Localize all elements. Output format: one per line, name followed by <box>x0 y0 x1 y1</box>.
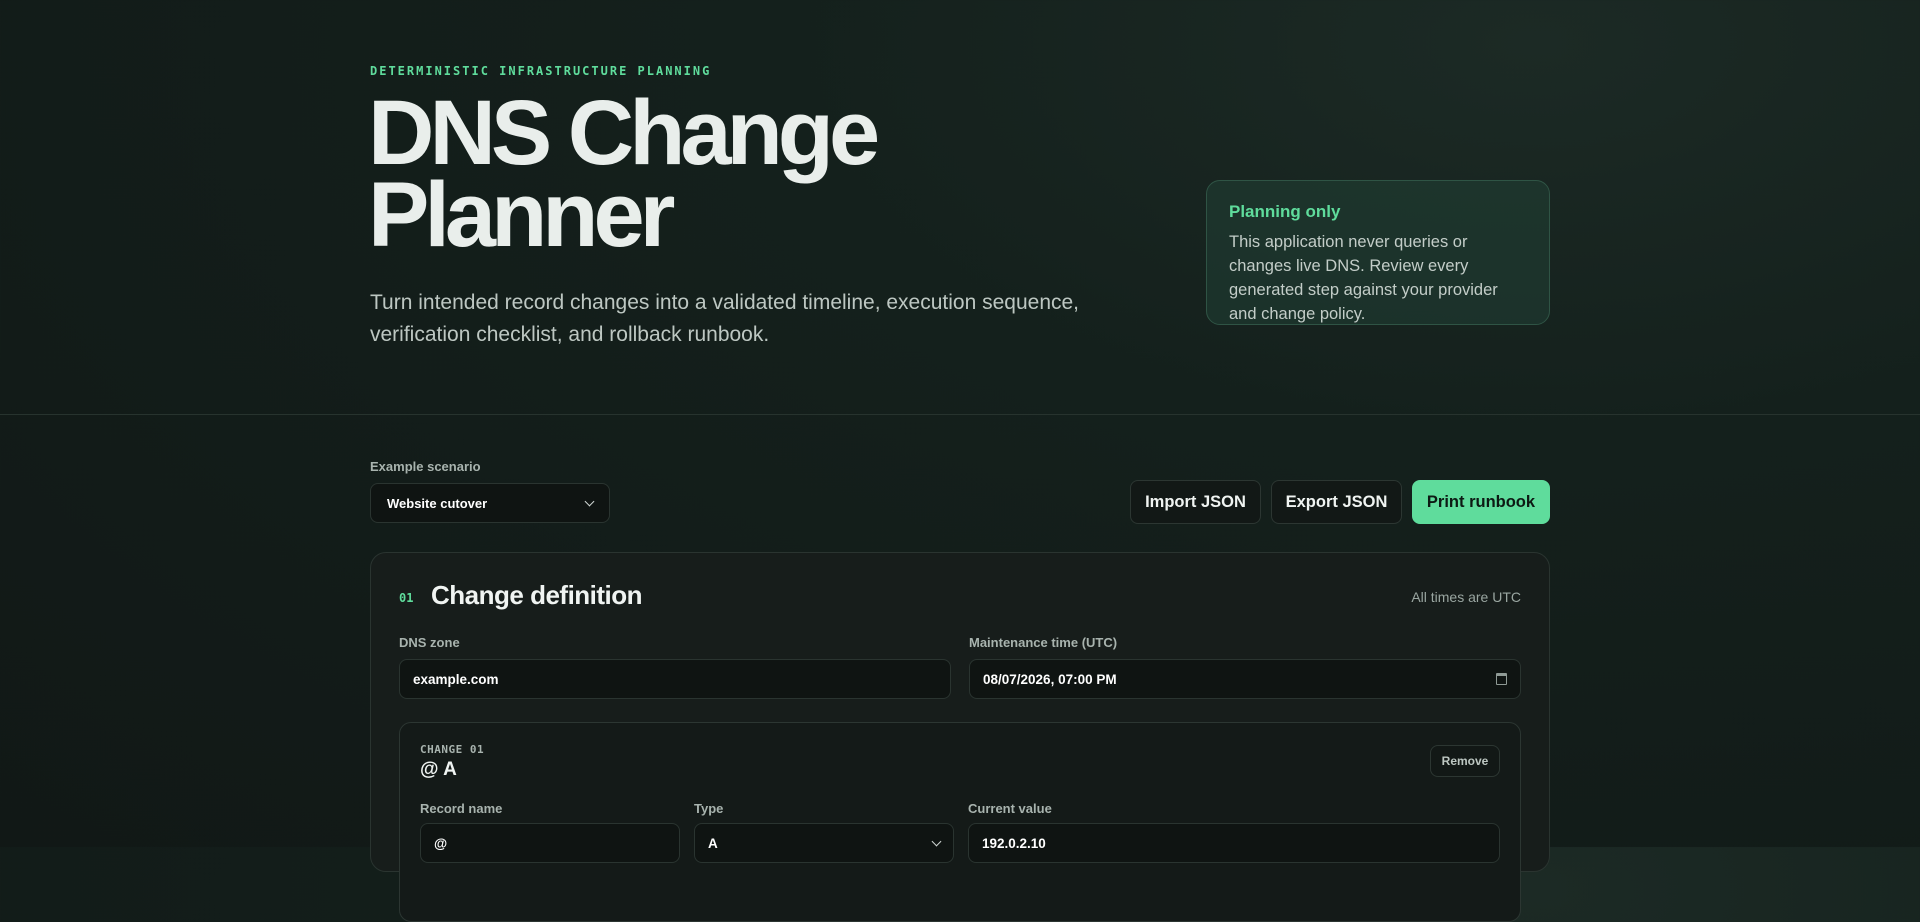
change-label: CHANGE 01 <box>420 743 485 756</box>
current-value-input[interactable]: 192.0.2.10 <box>968 823 1500 863</box>
maintenance-time-value: 08/07/2026, 07:00 PM <box>983 671 1117 687</box>
scenario-select[interactable]: Website cutover <box>370 483 610 523</box>
calendar-icon[interactable] <box>1496 673 1507 685</box>
import-json-button[interactable]: Import JSON <box>1130 480 1261 524</box>
dns-zone-label: DNS zone <box>399 635 460 650</box>
type-label: Type <box>694 801 724 816</box>
step-number: 01 <box>399 591 414 605</box>
dns-zone-input[interactable]: example.com <box>399 659 951 699</box>
page-title: DNS Change Planner <box>368 87 880 261</box>
scenario-label: Example scenario <box>370 459 481 474</box>
chevron-down-icon <box>931 836 942 847</box>
maintenance-time-input[interactable]: 08/07/2026, 07:00 PM <box>969 659 1521 699</box>
record-name-input[interactable]: @ <box>420 823 680 863</box>
current-value-label: Current value <box>968 801 1052 816</box>
type-value: A <box>708 835 718 851</box>
export-json-button[interactable]: Export JSON <box>1271 480 1402 524</box>
change-definition-panel: 01 Change definition All times are UTC D… <box>370 552 1550 922</box>
eyebrow-text: DETERMINISTIC INFRASTRUCTURE PLANNING <box>370 64 712 78</box>
maintenance-time-label: Maintenance time (UTC) <box>969 635 1118 650</box>
panel-title: Change definition <box>431 580 643 610</box>
chevron-down-icon <box>584 496 595 507</box>
type-select[interactable]: A <box>694 823 954 863</box>
record-name-value: @ <box>434 835 448 851</box>
utc-note: All times are UTC <box>1411 589 1521 605</box>
hero-section: DETERMINISTIC INFRASTRUCTURE PLANNING DN… <box>0 0 1920 415</box>
remove-change-button[interactable]: Remove <box>1430 745 1500 777</box>
page-subtitle: Turn intended record changes into a vali… <box>370 291 1080 346</box>
notice-title: Planning only <box>1229 202 1341 221</box>
notice-body: This application never queries or change… <box>1229 233 1498 323</box>
change-title: @ A <box>420 759 457 780</box>
change-card: CHANGE 01 @ A Remove Record name @ Type … <box>399 722 1521 922</box>
print-runbook-button[interactable]: Print runbook <box>1412 480 1550 524</box>
record-name-label: Record name <box>420 801 503 816</box>
page-title-line-2: Planner <box>368 164 675 266</box>
planning-notice: Planning only This application never que… <box>1206 180 1550 325</box>
current-value: 192.0.2.10 <box>982 835 1046 851</box>
dns-zone-value: example.com <box>413 671 499 687</box>
scenario-selected-value: Website cutover <box>387 495 488 511</box>
